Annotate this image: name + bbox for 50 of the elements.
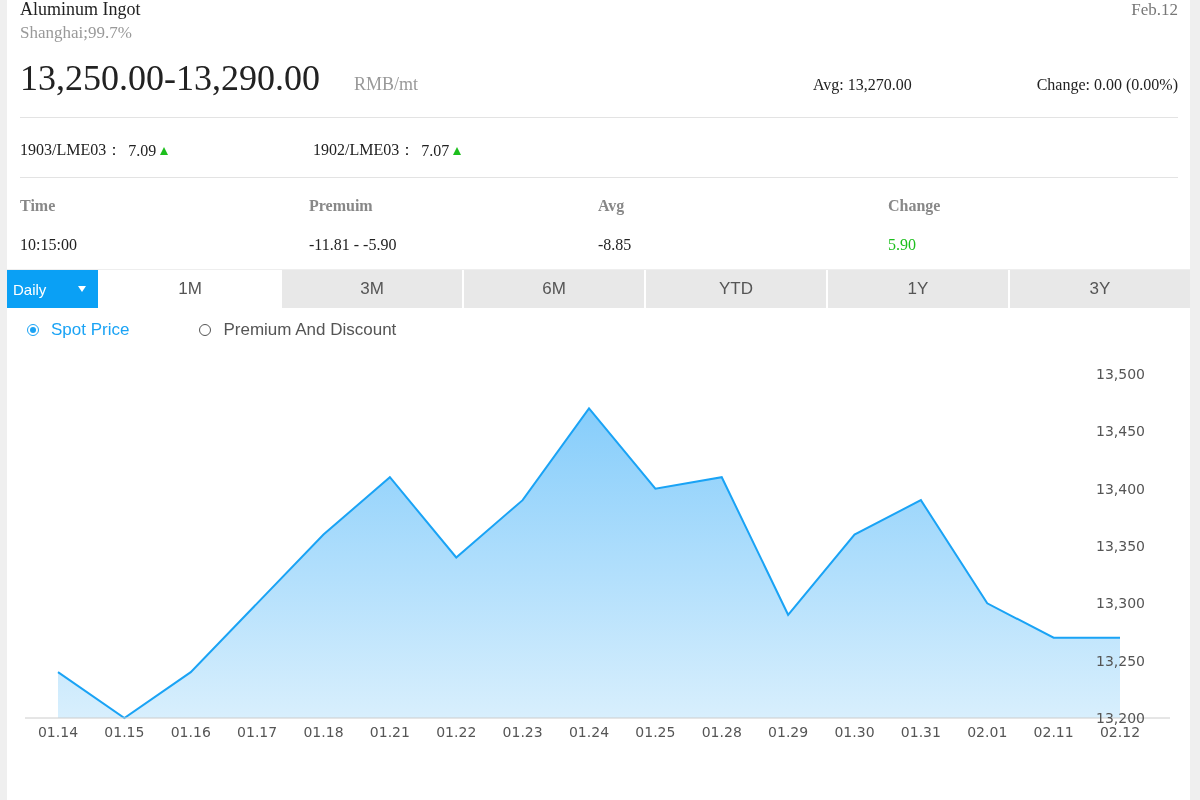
range-tab[interactable]: 3M xyxy=(280,270,462,308)
column-header: Avg xyxy=(598,196,626,217)
price-change: Change: 0.00 (0.00%) xyxy=(1036,76,1178,94)
x-axis-label: 01.21 xyxy=(369,724,410,740)
date-label: Feb.12 xyxy=(1131,1,1178,19)
x-axis-label: 01.17 xyxy=(237,724,278,740)
y-axis-label: 13,350 xyxy=(1096,538,1145,554)
ratio-label: 1903/LME03： xyxy=(20,140,123,160)
y-axis-label: 13,500 xyxy=(1096,366,1145,382)
column-header: Change xyxy=(888,196,942,217)
x-axis-label: 01.23 xyxy=(502,724,543,740)
x-axis-label: 01.25 xyxy=(635,724,676,740)
table-cell-text: -11.81 - -5.90 xyxy=(309,235,398,255)
range-tab[interactable]: 3Y xyxy=(1008,270,1190,308)
range-tab[interactable]: YTD xyxy=(644,270,826,308)
x-axis-label: 01.31 xyxy=(900,724,941,740)
range-tab[interactable]: 1Y xyxy=(826,270,1008,308)
table-cell-text: -8.85 xyxy=(598,235,633,255)
product-title: Aluminum Ingot xyxy=(20,0,141,18)
table-cell-text: 10:15:00 xyxy=(20,235,78,255)
caret-icon xyxy=(78,286,86,292)
y-axis-label: 13,250 xyxy=(1096,652,1145,669)
y-axis-label: 13,450 xyxy=(1096,423,1145,440)
column-header: Premuim xyxy=(309,196,374,216)
radio-label[interactable]: Premium And Discount xyxy=(223,320,397,340)
x-axis-label: 01.28 xyxy=(701,724,742,740)
x-axis-label: 01.18 xyxy=(303,724,344,740)
unit-label: RMB/mt xyxy=(354,74,419,95)
x-axis-label: 01.24 xyxy=(568,724,610,740)
column-header: Time xyxy=(20,196,57,216)
x-axis-label: 02.11 xyxy=(1033,724,1074,740)
ratio-value: 7.07 xyxy=(421,141,450,160)
x-axis-label: 01.22 xyxy=(436,724,477,740)
x-axis-label: 01.16 xyxy=(170,724,211,740)
y-axis-label: 13,200 xyxy=(1096,710,1145,726)
y-axis-label: 13,300 xyxy=(1096,595,1145,612)
price-range: 13,250.00-13,290.00 xyxy=(20,57,320,99)
ratio-value: 7.09 xyxy=(128,141,157,160)
product-subtitle: Shanghai;99.7% xyxy=(19,22,133,43)
x-axis-label: 02.01 xyxy=(967,724,1008,740)
table-cell-text: 5.90 xyxy=(888,235,917,255)
average-price: Avg: 13,270.00 xyxy=(812,76,912,94)
x-axis-label: 01.14 xyxy=(37,724,79,740)
x-axis-label: 01.30 xyxy=(834,724,875,740)
ratio-label: 1902/LME03： xyxy=(313,140,416,160)
x-axis-label: 01.15 xyxy=(104,724,145,740)
y-axis-label: 13,400 xyxy=(1096,480,1145,497)
x-axis-label: 01.29 xyxy=(768,724,809,740)
range-tab[interactable]: 6M xyxy=(462,270,644,308)
x-axis-label: 02.12 xyxy=(1099,724,1141,740)
